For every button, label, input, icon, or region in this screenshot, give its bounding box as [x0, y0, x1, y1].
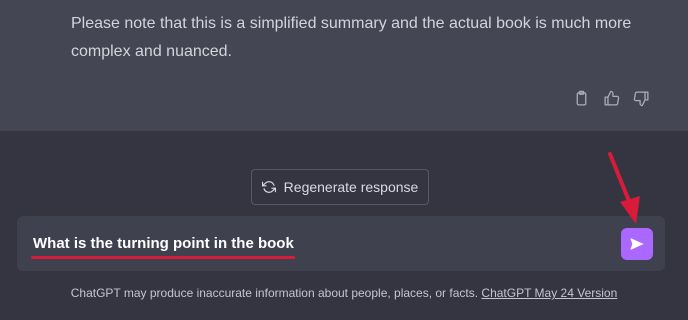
prompt-input[interactable]: What is the turning point in the book — [33, 235, 294, 252]
send-button[interactable] — [621, 228, 653, 260]
footer-disclaimer: ChatGPT may produce inaccurate informati… — [0, 286, 688, 300]
message-composer[interactable]: What is the turning point in the book — [17, 216, 665, 271]
clipboard-icon[interactable] — [571, 88, 591, 108]
message-actions — [571, 88, 651, 108]
annotation-arrow — [608, 152, 640, 224]
regenerate-response-button[interactable]: Regenerate response — [251, 169, 429, 205]
refresh-icon — [261, 181, 276, 193]
thumbs-up-icon[interactable] — [601, 88, 621, 108]
thumbs-down-icon[interactable] — [631, 88, 651, 108]
regenerate-response-label: Regenerate response — [283, 179, 419, 195]
version-link[interactable]: ChatGPT May 24 Version — [481, 286, 617, 300]
assistant-message-text: Please note that this is a simplified su… — [71, 15, 632, 60]
disclaimer-text: ChatGPT may produce inaccurate informati… — [70, 286, 479, 300]
send-icon — [630, 238, 644, 250]
annotation-underline — [31, 256, 295, 259]
assistant-message: Please note that this is a simplified su… — [0, 0, 688, 131]
